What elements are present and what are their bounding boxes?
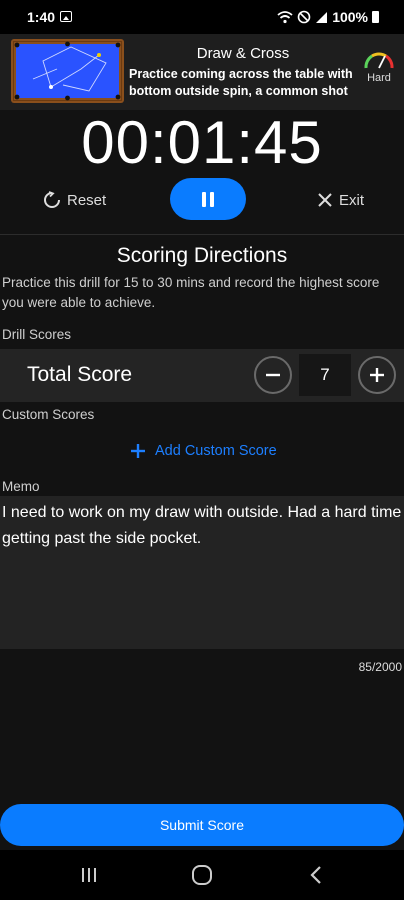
scoring-directions-text: Practice this drill for 15 to 30 mins an… <box>2 275 380 310</box>
memo-field[interactable]: I need to work on my draw with outside. … <box>0 496 404 649</box>
close-icon <box>318 193 332 207</box>
submit-score-button[interactable]: Submit Score <box>0 804 404 846</box>
total-score-row: Total Score 7 <box>0 349 404 402</box>
add-custom-score-label: Add Custom Score <box>155 443 277 459</box>
signal-icon <box>316 11 328 23</box>
minus-icon <box>266 373 280 377</box>
divider <box>0 234 404 235</box>
exit-button[interactable]: Exit <box>317 188 364 212</box>
battery-icon <box>372 11 379 23</box>
pause-icon-bar <box>210 192 214 207</box>
mute-icon <box>297 10 311 24</box>
battery-percent: 100% <box>332 9 368 25</box>
plus-icon <box>131 444 145 458</box>
status-time: 1:40 <box>27 9 56 25</box>
pool-table-diagram <box>11 39 124 103</box>
gallery-notification-icon <box>60 11 72 22</box>
difficulty-label: Hard <box>367 72 391 84</box>
system-nav-bar <box>0 850 404 900</box>
drill-description: Practice coming across the table with bo… <box>129 67 353 98</box>
status-indicators: 100% <box>277 8 379 26</box>
drill-title: Draw & Cross <box>196 45 290 62</box>
reset-icon <box>44 191 60 208</box>
recent-apps-icon[interactable] <box>80 866 98 884</box>
total-score-label: Total Score <box>27 363 133 386</box>
timer-controls: Reset Exit <box>0 178 404 222</box>
increment-button[interactable] <box>358 356 396 394</box>
memo-char-count: 85/2000 <box>358 660 402 674</box>
add-custom-score-button[interactable]: Add Custom Score <box>130 440 277 462</box>
pause-icon <box>202 192 206 207</box>
total-score-value[interactable]: 7 <box>299 354 351 396</box>
drill-session-screen: 1:40 100% Draw & Cross Practice coming a… <box>0 0 404 900</box>
pause-button[interactable] <box>170 178 246 220</box>
home-icon[interactable] <box>191 864 213 886</box>
wifi-icon <box>277 11 293 24</box>
exit-label: Exit <box>339 191 365 209</box>
drill-scores-label: Drill Scores <box>2 327 72 342</box>
memo-text: I need to work on my draw with outside. … <box>2 504 402 547</box>
decrement-button[interactable] <box>254 356 292 394</box>
custom-scores-label: Custom Scores <box>2 407 95 422</box>
timer-display: 00:01:45 <box>81 109 323 176</box>
plus-icon <box>370 368 384 382</box>
drill-header: Draw & Cross Practice coming across the … <box>0 34 404 110</box>
back-icon[interactable] <box>309 865 323 885</box>
memo-label: Memo <box>2 479 40 494</box>
reset-label: Reset <box>67 191 107 209</box>
reset-button[interactable]: Reset <box>43 188 106 212</box>
scoring-directions-title: Scoring Directions <box>116 244 288 267</box>
status-bar: 1:40 100% <box>0 0 404 34</box>
